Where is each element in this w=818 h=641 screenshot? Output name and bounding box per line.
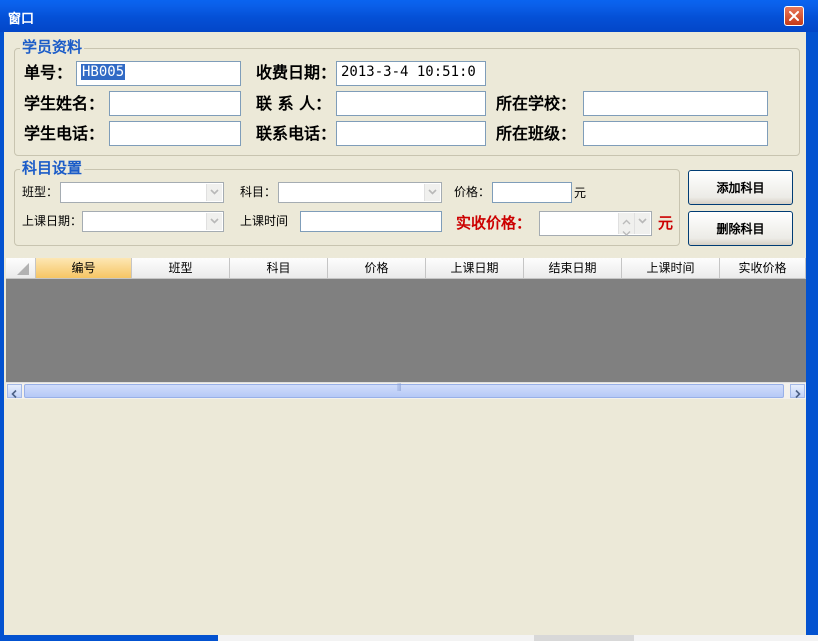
- column-header-start-time[interactable]: 上课时间: [622, 258, 720, 278]
- school-input[interactable]: [583, 91, 768, 116]
- start-time-label: 上课时间: [240, 214, 289, 228]
- chevron-down-icon: [210, 218, 219, 224]
- contact-phone-label: 联系电话：: [256, 124, 337, 143]
- payment-date-input[interactable]: 2013-3-4 10:51:0: [336, 61, 486, 86]
- start-date-select[interactable]: [82, 211, 224, 232]
- add-subject-button[interactable]: 添加科目: [688, 170, 793, 205]
- student-info-title: 学员资料: [20, 38, 85, 56]
- spin-down-button[interactable]: [619, 224, 634, 236]
- close-icon: [789, 11, 799, 21]
- payment-date-label: 收费日期：: [256, 63, 337, 82]
- column-header-price[interactable]: 价格: [328, 258, 426, 278]
- arrow-right-icon: [795, 389, 801, 399]
- subject-settings-title: 科目设置: [20, 159, 85, 177]
- class-label: 所在班级：: [496, 124, 577, 143]
- arrow-left-icon: [11, 389, 17, 399]
- grid-header: 编号 班型 科目 价格 上课日期 结束日期 上课时间 实收价格: [6, 258, 806, 279]
- grid-horizontal-scrollbar[interactable]: ⦀: [6, 382, 806, 399]
- window-title: 窗口: [8, 12, 35, 27]
- subject-label: 科目：: [240, 185, 277, 199]
- class-type-select[interactable]: [60, 182, 224, 203]
- start-date-dropdown-button[interactable]: [206, 213, 222, 230]
- student-name-label: 学生姓名：: [24, 94, 105, 113]
- actual-price-spinner[interactable]: [539, 211, 652, 236]
- subject-select[interactable]: [278, 182, 442, 203]
- column-header-actual-price[interactable]: 实收价格: [720, 258, 806, 278]
- actual-price-unit: 元: [658, 214, 674, 232]
- scroll-right-button[interactable]: [790, 384, 805, 399]
- actual-price-dropdown-button[interactable]: [634, 213, 650, 234]
- order-number-value: HB005: [81, 64, 126, 80]
- student-phone-label: 学生电话：: [24, 124, 105, 143]
- order-number-input[interactable]: HB005: [76, 61, 241, 86]
- scroll-thumb[interactable]: ⦀: [24, 383, 784, 398]
- arrow-down-icon: [622, 230, 631, 236]
- subject-dropdown-button[interactable]: [424, 184, 440, 201]
- price-input[interactable]: [492, 182, 572, 203]
- close-button[interactable]: [784, 6, 804, 26]
- student-name-input[interactable]: [109, 91, 241, 116]
- actual-price-label: 实收价格：: [456, 214, 532, 232]
- price-label: 价格：: [454, 185, 491, 199]
- column-header-class-type[interactable]: 班型: [132, 258, 230, 278]
- subjects-grid[interactable]: 编号 班型 科目 价格 上课日期 结束日期 上课时间 实收价格: [6, 258, 806, 398]
- actual-price-spin-buttons[interactable]: [618, 213, 634, 236]
- column-header-id[interactable]: 编号: [36, 258, 132, 278]
- chevron-down-icon: [210, 189, 219, 195]
- order-number-label: 单号：: [24, 63, 73, 82]
- start-date-label: 上课日期：: [22, 214, 83, 228]
- scroll-thumb-grip: ⦀: [397, 383, 402, 394]
- title-bar[interactable]: 窗口: [0, 0, 818, 32]
- student-phone-input[interactable]: [109, 121, 241, 146]
- school-label: 所在学校：: [496, 94, 577, 113]
- delete-subject-button[interactable]: 删除科目: [688, 211, 793, 246]
- window-frame-right: [806, 32, 818, 641]
- class-type-label: 班型：: [22, 185, 59, 199]
- contact-person-input[interactable]: [336, 91, 486, 116]
- class-input[interactable]: [583, 121, 768, 146]
- background-window-edge: [218, 635, 818, 641]
- column-header-subject[interactable]: 科目: [230, 258, 328, 278]
- select-all-corner[interactable]: [6, 258, 36, 278]
- chevron-down-icon: [638, 218, 647, 224]
- start-time-input[interactable]: [300, 211, 442, 232]
- contact-phone-input[interactable]: [336, 121, 486, 146]
- scroll-left-button[interactable]: [7, 384, 22, 399]
- contact-person-label: 联 系 人：: [256, 94, 332, 113]
- class-type-dropdown-button[interactable]: [206, 184, 222, 201]
- corner-triangle-icon: [17, 263, 29, 275]
- background-window-edge-2: [534, 635, 634, 641]
- payment-date-value: 2013-3-4 10:51:0: [341, 64, 476, 80]
- chevron-down-icon: [428, 189, 437, 195]
- spin-up-button[interactable]: [619, 213, 634, 225]
- price-unit: 元: [574, 186, 587, 200]
- column-header-end-date[interactable]: 结束日期: [524, 258, 622, 278]
- column-header-start-date[interactable]: 上课日期: [426, 258, 524, 278]
